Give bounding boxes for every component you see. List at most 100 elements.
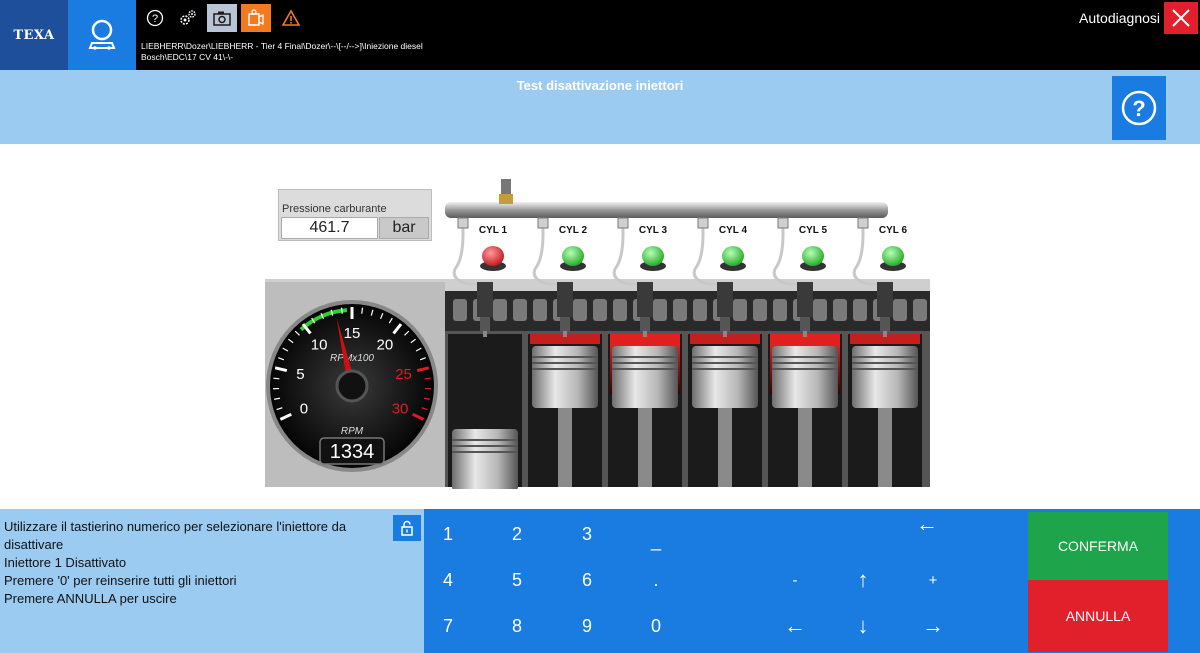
key-7[interactable]: 7: [425, 606, 471, 646]
injector: [637, 282, 653, 317]
engine-diagram: Pressione carburante 461.7 bar CYL 1 CYL…: [0, 144, 1200, 509]
question-icon: ?: [1121, 90, 1157, 126]
record-toolbar-button[interactable]: [241, 4, 271, 32]
gauge-tick: [361, 307, 364, 314]
key-5[interactable]: 5: [494, 560, 540, 600]
piston: [612, 346, 678, 408]
cancel-button[interactable]: ANNULLA: [1028, 580, 1168, 652]
status-line: Iniettore 1 Disattivato: [4, 555, 127, 570]
piston: [772, 346, 838, 408]
cylinder-2: CYL 2: [528, 217, 602, 487]
injector: [877, 282, 893, 317]
gauge-unit-label: RPM: [341, 426, 364, 437]
backspace-key[interactable]: ←: [904, 504, 950, 544]
injector-on-led: [640, 246, 666, 271]
cylinder-4: CYL 4: [688, 217, 762, 487]
confirm-button[interactable]: CONFERMA: [1028, 512, 1168, 580]
key-1[interactable]: 1: [425, 514, 471, 554]
gauge-tick: [340, 307, 343, 314]
gauge-tick-label: 20: [377, 336, 394, 353]
cylinder-label: CYL 6: [879, 225, 908, 236]
injector-off-led: [480, 246, 506, 271]
injector: [557, 282, 573, 317]
key-dot[interactable]: .: [633, 560, 679, 600]
key-plus[interactable]: +: [910, 560, 956, 600]
screenshot-toolbar-button[interactable]: [207, 4, 237, 32]
page-header: Test disattivazione iniettori ?: [0, 70, 1200, 144]
lock-icon: [401, 520, 413, 536]
instruction-line: Premere ANNULLA per uscire: [4, 591, 177, 606]
cylinder-label: CYL 5: [799, 225, 828, 236]
arrow-down-key[interactable]: ↓: [840, 606, 886, 646]
gauge-tick-label: 30: [392, 400, 409, 417]
cylinder-label: CYL 1: [479, 225, 508, 236]
gauge-tick-label: 25: [395, 366, 412, 383]
vehicle-search-icon: [88, 19, 116, 50]
key-4[interactable]: 4: [425, 560, 471, 600]
cylinder-1: CYL 1: [448, 217, 522, 489]
cylinder-label: CYL 3: [639, 225, 668, 236]
cylinder-label: CYL 4: [719, 225, 748, 236]
gauge-tick-label: 5: [296, 366, 304, 383]
engine-graphic: CYL 1 CYL 2 CYL 3 CYL 4 CYL 5 CYL 6 0 5 10 15 202…: [265, 179, 930, 489]
recorder-icon: [248, 9, 264, 26]
help-toolbar-button[interactable]: ?: [140, 4, 170, 32]
key-6[interactable]: 6: [564, 560, 610, 600]
injector: [717, 282, 733, 317]
lock-button[interactable]: [393, 515, 421, 541]
svg-text:?: ?: [152, 13, 158, 25]
warning-icon: [281, 9, 301, 26]
breadcrumb-line-1: LIEBHERR\Dozer\LIEBHERR - Tier 4 Final\D…: [141, 41, 423, 51]
injector-on-led: [720, 246, 746, 271]
warning-toolbar-button[interactable]: [276, 4, 306, 32]
breadcrumb: LIEBHERR\Dozer\LIEBHERR - Tier 4 Final\D…: [141, 41, 561, 63]
settings-toolbar-button[interactable]: [173, 4, 203, 32]
instruction-line: Premere '0' per reinserire tutti gli ini…: [4, 573, 237, 588]
help-button[interactable]: ?: [1112, 76, 1166, 140]
bottom-panel: Utilizzare il tastierino numerico per se…: [0, 509, 1200, 653]
gauge-scale-label: RPMx100: [330, 353, 374, 364]
message-panel: Utilizzare il tastierino numerico per se…: [0, 509, 424, 653]
piston: [452, 429, 518, 489]
key-8[interactable]: 8: [494, 606, 540, 646]
piston: [852, 346, 918, 408]
key-9[interactable]: 9: [564, 606, 610, 646]
piston: [692, 346, 758, 408]
gauge-hub: [335, 369, 369, 403]
texa-logo: TEXA: [0, 0, 68, 70]
tachometer: 0 5 10 15 2025 30 RPMx100 RPM 1334: [266, 300, 438, 472]
arrow-left-key[interactable]: ←: [772, 606, 818, 646]
injector: [797, 282, 813, 317]
piston: [532, 346, 598, 408]
top-toolbar: TEXA ? LIEBHERR\Dozer\LIEBHERR - Tier 4 …: [0, 0, 1200, 70]
injector-on-led: [880, 246, 906, 271]
key-minus[interactable]: -: [772, 560, 818, 600]
close-button[interactable]: [1164, 2, 1198, 34]
gauge-tick-label: 15: [344, 325, 361, 342]
injector: [477, 282, 493, 317]
cylinder-label: CYL 2: [559, 225, 588, 236]
cylinder-6: CYL 6: [848, 217, 922, 487]
gauge-tick: [424, 377, 431, 380]
cylinder-5: CYL 5: [768, 217, 842, 487]
key-underscore[interactable]: _: [633, 521, 679, 561]
gauge-tick-label: 0: [300, 400, 308, 417]
numeric-keypad: 1 2 3 _ 4 5 6 . 7 8 9 0 ← - ↑ + ← ↓ → CO…: [424, 509, 1200, 653]
fuel-rail: [445, 202, 888, 218]
vehicle-search-button[interactable]: [68, 0, 136, 70]
key-0[interactable]: 0: [633, 606, 679, 646]
rpm-readout-value: 1334: [330, 441, 375, 463]
key-2[interactable]: 2: [494, 514, 540, 554]
close-icon: [1172, 9, 1190, 27]
gauge-tick: [273, 377, 280, 380]
arrow-right-key[interactable]: →: [910, 606, 956, 646]
gears-icon: [180, 10, 196, 25]
breadcrumb-line-2: Bosch\EDC\17 CV 41\-\-: [141, 52, 234, 62]
help-icon: ?: [146, 9, 164, 27]
key-3[interactable]: 3: [564, 514, 610, 554]
arrow-up-key[interactable]: ↑: [840, 560, 886, 600]
page-title: Test disattivazione iniettori: [516, 78, 684, 93]
app-title: Autodiagnosi: [1079, 10, 1160, 26]
camera-icon: [213, 11, 231, 26]
injector-on-led: [560, 246, 586, 271]
